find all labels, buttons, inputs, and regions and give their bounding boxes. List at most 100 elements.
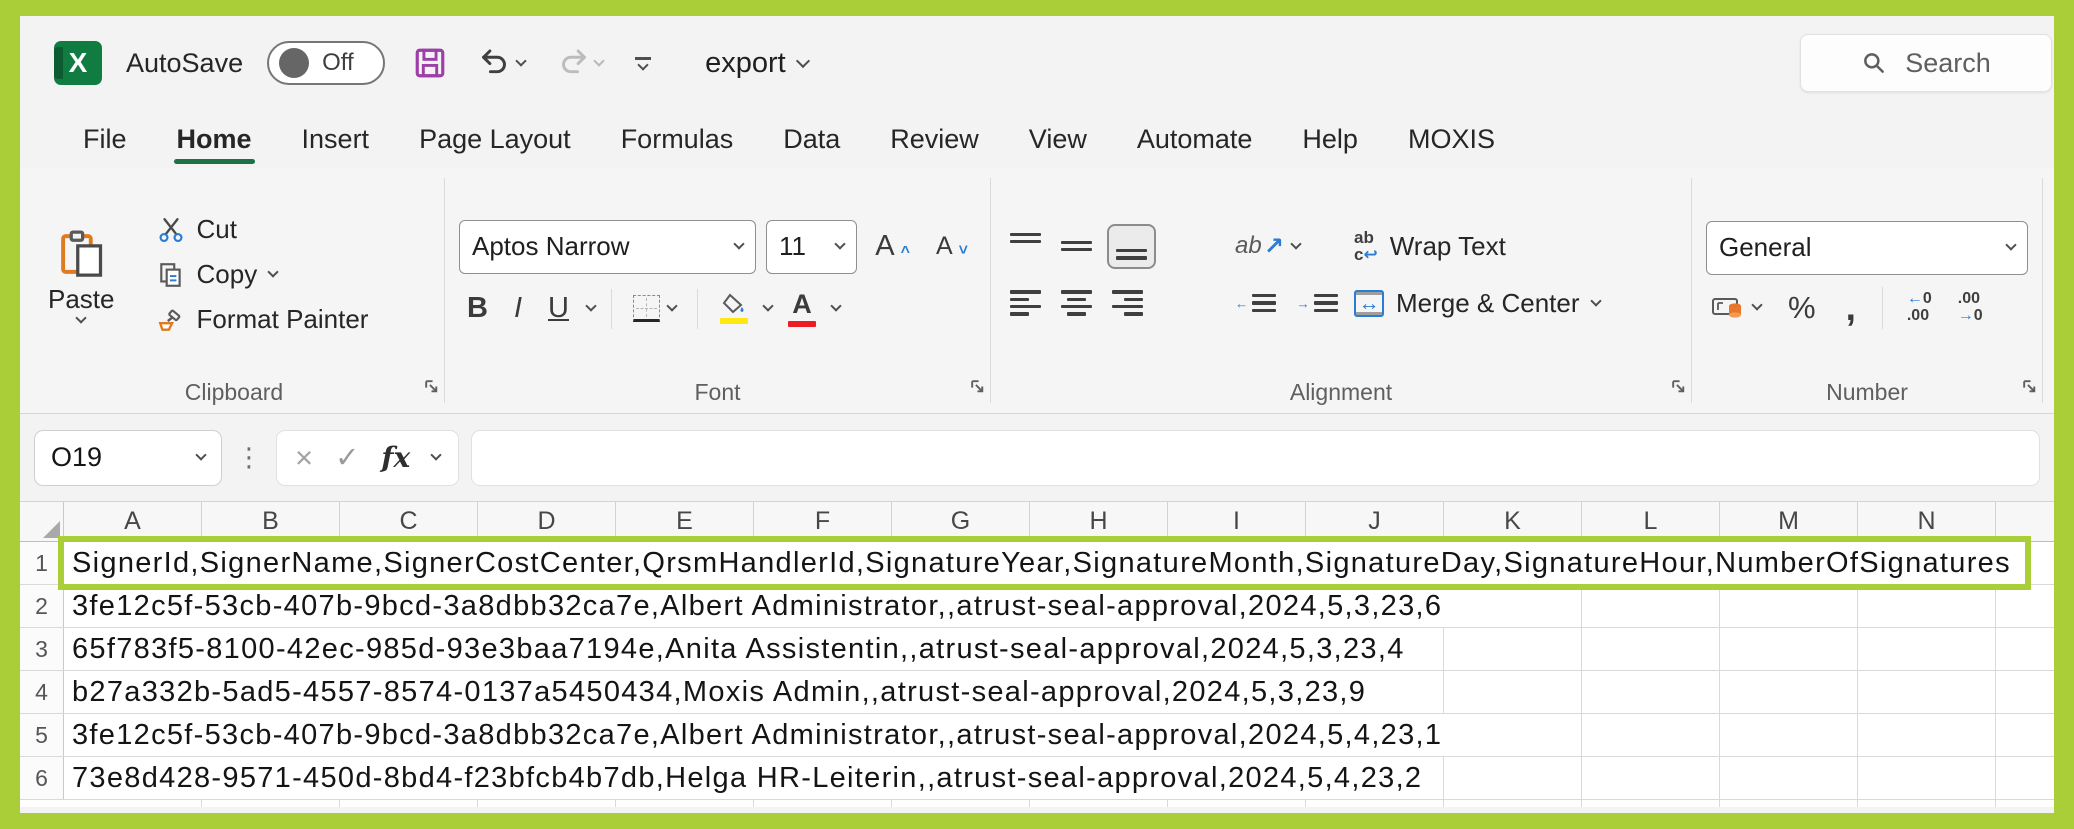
percent-style-button[interactable]: % xyxy=(1780,290,1824,325)
alignment-dialog-launcher[interactable] xyxy=(1670,378,1687,395)
increase-indent-button[interactable]: → xyxy=(1291,285,1342,322)
cancel-icon[interactable]: × xyxy=(295,442,313,473)
save-button[interactable] xyxy=(409,42,451,84)
decrease-font-button[interactable]: A˅ xyxy=(928,232,976,261)
font-color-button[interactable]: A xyxy=(782,288,822,329)
workbook-title[interactable]: export xyxy=(705,47,808,80)
ribbon-tab-home[interactable]: Home xyxy=(152,110,277,168)
decrease-decimal-button[interactable]: .00 →0 xyxy=(1952,290,1989,326)
align-center-button[interactable] xyxy=(1056,285,1097,322)
fill-color-button[interactable] xyxy=(714,291,754,326)
select-all-corner[interactable] xyxy=(20,502,64,541)
ribbon-tab-page-layout[interactable]: Page Layout xyxy=(394,110,596,168)
undo-button[interactable] xyxy=(475,43,529,83)
cell-text[interactable]: 3fe12c5f-53cb-407b-9bcd-3a8dbb32ca7e,Alb… xyxy=(64,585,1456,627)
copy-button[interactable]: Copy xyxy=(151,255,284,294)
column-header-f[interactable]: F xyxy=(754,502,892,541)
paste-button[interactable]: Paste xyxy=(38,228,125,322)
row-number[interactable]: 4 xyxy=(20,671,64,713)
fill-color-dropdown-icon[interactable] xyxy=(762,300,773,311)
ribbon-tab-moxis[interactable]: MOXIS xyxy=(1383,110,1520,168)
quick-access-overflow-button[interactable] xyxy=(631,53,655,73)
title-dropdown-icon xyxy=(796,53,810,67)
font-size-select[interactable]: 11 xyxy=(766,220,857,274)
name-box-dropdown-icon xyxy=(195,449,206,460)
cell-text[interactable]: SignerId,SignerName,SignerCostCenter,Qrs… xyxy=(64,542,2025,584)
fx-dropdown-icon[interactable] xyxy=(431,449,442,460)
row-number[interactable]: 3 xyxy=(20,628,64,670)
autosave-state: Off xyxy=(322,49,354,77)
column-header-l[interactable]: L xyxy=(1582,502,1720,541)
merge-center-dropdown-icon xyxy=(1590,295,1601,306)
formula-bar-divider: ⋮ xyxy=(234,442,264,473)
cell-text[interactable]: 3fe12c5f-53cb-407b-9bcd-3a8dbb32ca7e,Alb… xyxy=(64,714,1456,756)
row-number[interactable]: 6 xyxy=(20,757,64,799)
clipboard-group-label: Clipboard xyxy=(185,379,283,406)
align-top-button[interactable] xyxy=(1005,228,1046,265)
number-dialog-launcher[interactable] xyxy=(2021,378,2038,395)
column-header-e[interactable]: E xyxy=(616,502,754,541)
increase-decimal-button[interactable]: ←0 .00 xyxy=(1901,290,1938,326)
number-group-label: Number xyxy=(1826,379,1908,406)
borders-button[interactable] xyxy=(628,290,681,327)
number-format-select[interactable]: General xyxy=(1706,221,2028,275)
alignment-group-label: Alignment xyxy=(1290,379,1392,406)
format-painter-button[interactable]: Format Painter xyxy=(151,300,375,339)
increase-font-button[interactable]: A^ xyxy=(867,230,918,263)
ribbon-tab-insert[interactable]: Insert xyxy=(277,110,395,168)
cut-button[interactable]: Cut xyxy=(151,210,243,249)
underline-dropdown-icon[interactable] xyxy=(585,300,596,311)
autosave-toggle[interactable]: Off xyxy=(267,41,385,85)
clipboard-dialog-launcher[interactable] xyxy=(423,378,440,395)
redo-button[interactable] xyxy=(553,43,607,83)
ribbon-tab-review[interactable]: Review xyxy=(865,110,1004,168)
font-name-select[interactable]: Aptos Narrow xyxy=(459,220,756,274)
column-header-k[interactable]: K xyxy=(1444,502,1582,541)
column-header-i[interactable]: I xyxy=(1168,502,1306,541)
ribbon-tab-help[interactable]: Help xyxy=(1277,110,1383,168)
column-header-g[interactable]: G xyxy=(892,502,1030,541)
ribbon-tab-file[interactable]: File xyxy=(58,110,152,168)
row-number[interactable]: 5 xyxy=(20,714,64,756)
bold-button[interactable]: B xyxy=(459,292,496,325)
column-header-c[interactable]: C xyxy=(340,502,478,541)
ribbon-tab-data[interactable]: Data xyxy=(758,110,865,168)
cell-text[interactable]: 65f783f5-8100-42ec-985d-93e3baa7194e,Ani… xyxy=(64,628,1419,670)
column-header-a[interactable]: A xyxy=(64,502,202,541)
column-header-n[interactable]: N xyxy=(1858,502,1996,541)
wrap-text-button[interactable]: ab c↩ Wrap Text xyxy=(1348,225,1677,267)
insert-function-icon[interactable]: fx xyxy=(381,441,410,474)
row-number[interactable]: 2 xyxy=(20,585,64,627)
underline-button[interactable]: U xyxy=(540,292,577,325)
ribbon-tab-formulas[interactable]: Formulas xyxy=(596,110,759,168)
column-header-h[interactable]: H xyxy=(1030,502,1168,541)
column-header-j[interactable]: J xyxy=(1306,502,1444,541)
accounting-format-button[interactable] xyxy=(1706,289,1766,327)
align-left-button[interactable] xyxy=(1005,285,1046,322)
ribbon-tab-view[interactable]: View xyxy=(1004,110,1112,168)
font-color-bar xyxy=(788,321,816,327)
fill-color-bar xyxy=(720,318,748,324)
cell-text[interactable]: b27a332b-5ad5-4557-8574-0137a5450434,Mox… xyxy=(64,671,1380,713)
decrease-indent-button[interactable]: ← xyxy=(1230,285,1281,322)
column-header-d[interactable]: D xyxy=(478,502,616,541)
align-middle-button[interactable] xyxy=(1056,228,1097,265)
align-right-button[interactable] xyxy=(1107,285,1148,322)
name-box[interactable]: O19 xyxy=(34,430,222,486)
italic-button[interactable]: I xyxy=(506,292,530,325)
search-input[interactable]: Search xyxy=(1800,34,2052,92)
comma-style-button[interactable]: , xyxy=(1838,287,1864,328)
enter-icon[interactable]: ✓ xyxy=(335,440,359,475)
column-header-b[interactable]: B xyxy=(202,502,340,541)
align-bottom-selected[interactable] xyxy=(1107,224,1156,269)
formula-input[interactable] xyxy=(471,430,2040,486)
font-color-dropdown-icon[interactable] xyxy=(830,300,841,311)
font-dialog-launcher[interactable] xyxy=(969,378,986,395)
align-bottom-icon xyxy=(1116,233,1147,260)
orientation-button[interactable]: ab↗ xyxy=(1230,227,1348,266)
cell-text[interactable]: 73e8d428-9571-450d-8bd4-f23bfcb4b7db,Hel… xyxy=(64,757,1436,799)
row-number[interactable]: 1 xyxy=(20,542,64,584)
column-header-m[interactable]: M xyxy=(1720,502,1858,541)
merge-center-button[interactable]: ↔ Merge & Center xyxy=(1348,284,1677,323)
ribbon-tab-automate[interactable]: Automate xyxy=(1112,110,1278,168)
